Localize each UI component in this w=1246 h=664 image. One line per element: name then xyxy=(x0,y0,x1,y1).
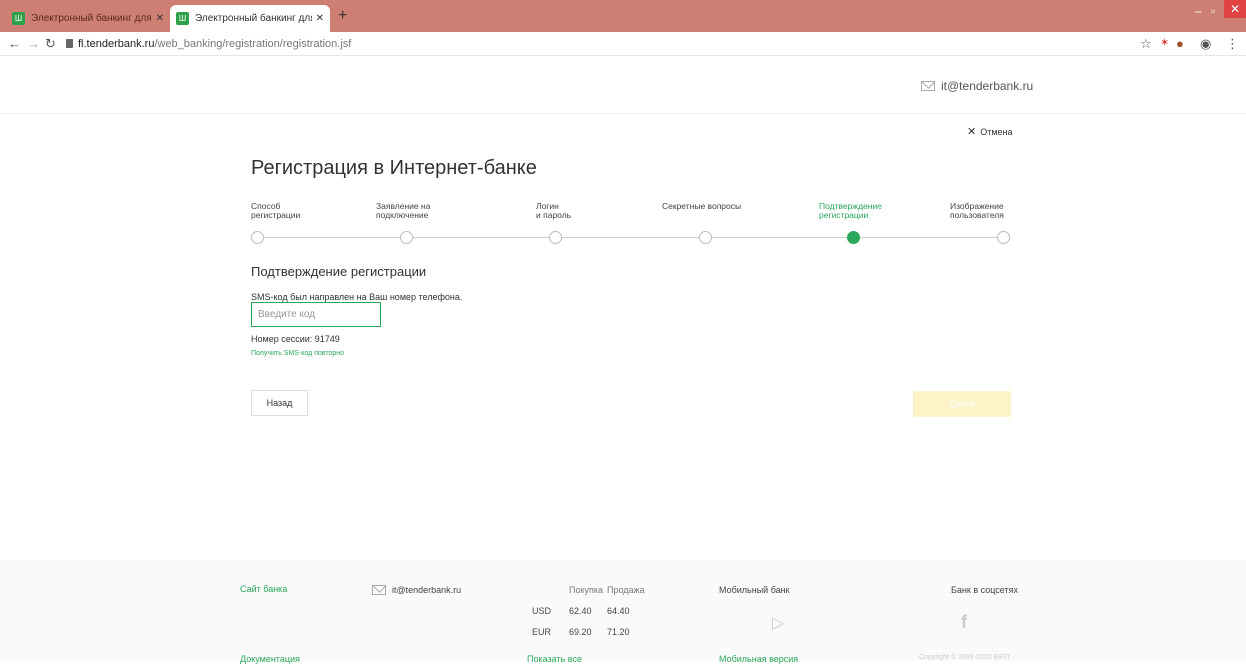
tab-favicon-icon: Ш xyxy=(12,12,25,25)
rates-sell-header: Продажа xyxy=(607,585,645,595)
header-email[interactable]: it@tenderbank.ru xyxy=(921,79,1033,93)
tab-title: Электронный банкинг для част xyxy=(31,13,152,24)
tab-close-icon[interactable]: ✕ xyxy=(156,13,164,24)
browser-tab-1[interactable]: Ш Электронный банкинг для част ✕ xyxy=(6,5,170,32)
step-label-line: и пароль xyxy=(536,210,572,220)
step-dot-1 xyxy=(251,231,264,244)
copyright: Copyright © 1999-2020 BIFIT xyxy=(919,654,1011,661)
rate-sell: 71.20 xyxy=(607,627,630,637)
forward-arrow-icon[interactable]: → xyxy=(27,36,40,51)
back-arrow-icon[interactable]: ← xyxy=(8,36,21,51)
step-label-5: Подтверждение регистрации xyxy=(819,202,882,220)
rates-buy-header: Покупка xyxy=(569,585,604,595)
extension-avatar-icon[interactable]: ● xyxy=(1176,36,1184,51)
footer-email-text: it@tenderbank.ru xyxy=(392,585,462,595)
google-play-icon[interactable]: ▷ xyxy=(772,613,784,633)
header-divider xyxy=(0,113,1246,114)
step-dot-5-current xyxy=(847,231,860,244)
facebook-icon[interactable]: f xyxy=(961,612,967,633)
social-label: Банк в соцсетях xyxy=(951,585,1018,595)
page-title: Регистрация в Интернет-банке xyxy=(251,157,537,179)
minimize-icon[interactable]: – xyxy=(1195,4,1202,18)
url-field[interactable]: fl.tenderbank.ru/web_banking/registratio… xyxy=(78,38,351,50)
maximize-icon[interactable]: ▫ xyxy=(1211,4,1215,18)
session-number: Номер сессии: 91749 xyxy=(251,334,340,344)
footer-docs-link[interactable]: Документация xyxy=(240,654,300,664)
step-label-line: Секретные вопросы xyxy=(662,201,742,211)
menu-dots-icon[interactable]: ⋮ xyxy=(1226,36,1239,52)
sms-code-input[interactable] xyxy=(251,302,381,327)
mobile-version-link[interactable]: Мобильная версия xyxy=(719,654,798,664)
footer-email[interactable]: it@tenderbank.ru xyxy=(372,585,461,595)
extension-icon[interactable]: ✶ xyxy=(1160,36,1169,49)
back-button[interactable]: Назад xyxy=(251,390,308,416)
close-icon: ✕ xyxy=(967,126,977,138)
reload-icon[interactable]: ↻ xyxy=(45,36,56,52)
mail-icon xyxy=(372,585,386,595)
step-dot-3 xyxy=(549,231,562,244)
step-label-6: Изображение пользователя xyxy=(950,202,1004,220)
cancel-label: Отмена xyxy=(980,126,1013,137)
rate-buy: 62.40 xyxy=(569,606,592,616)
stepper-line xyxy=(257,237,1004,238)
step-dot-6 xyxy=(997,231,1010,244)
section-title: Подтверждение регистрации xyxy=(251,264,427,279)
rate-currency: EUR xyxy=(532,627,552,637)
rate-currency: USD xyxy=(532,606,552,616)
new-tab-icon[interactable]: + xyxy=(338,7,347,25)
window-close-icon[interactable]: ✕ xyxy=(1224,0,1246,18)
step-label-1: Способ регистрации xyxy=(251,202,300,220)
lock-icon xyxy=(66,39,73,48)
step-label-4: Секретные вопросы xyxy=(662,202,741,211)
step-label-3: Логин и пароль xyxy=(536,202,571,220)
mobile-bank-label: Мобильный банк xyxy=(719,585,790,595)
profile-icon[interactable]: ◉ xyxy=(1200,36,1211,52)
step-dot-4 xyxy=(699,231,712,244)
cancel-button[interactable]: ✕ Отмена xyxy=(967,125,1013,138)
step-label-2: Заявление на подключение xyxy=(376,202,430,220)
next-button[interactable]: Далее xyxy=(913,391,1011,417)
url-path: /web_banking/registration/registration.j… xyxy=(154,38,352,50)
tab-favicon-icon: Ш xyxy=(176,12,189,25)
rate-buy: 69.20 xyxy=(569,627,592,637)
browser-tabbar: Ш Электронный банкинг для част ✕ Ш Элект… xyxy=(0,0,1246,32)
url-host: fl.tenderbank.ru xyxy=(78,38,155,50)
header-email-text: it@tenderbank.ru xyxy=(941,79,1034,93)
resend-sms-link[interactable]: Получить SMS-код повторно xyxy=(251,350,344,357)
rate-sell: 64.40 xyxy=(607,606,630,616)
browser-tab-2[interactable]: Ш Электронный банкинг для част ✕ xyxy=(170,5,330,32)
mail-icon xyxy=(921,81,935,91)
step-label-line: пользователя xyxy=(950,210,1004,220)
step-dot-2 xyxy=(400,231,413,244)
tab-close-icon[interactable]: ✕ xyxy=(316,13,324,24)
tab-title: Электронный банкинг для част xyxy=(195,13,312,24)
step-label-line: регистрации xyxy=(819,210,869,220)
step-label-line: подключение xyxy=(376,210,429,220)
bookmark-star-icon[interactable]: ☆ xyxy=(1140,36,1152,52)
address-bar: ← → ↻ fl.tenderbank.ru/web_banking/regis… xyxy=(0,32,1246,56)
rates-show-all-link[interactable]: Показать все xyxy=(527,654,582,664)
step-label-line: регистрации xyxy=(251,210,301,220)
sms-info-text: SMS-код был направлен на Ваш номер телеф… xyxy=(251,292,463,302)
footer-site-link[interactable]: Сайт банка xyxy=(240,584,287,594)
